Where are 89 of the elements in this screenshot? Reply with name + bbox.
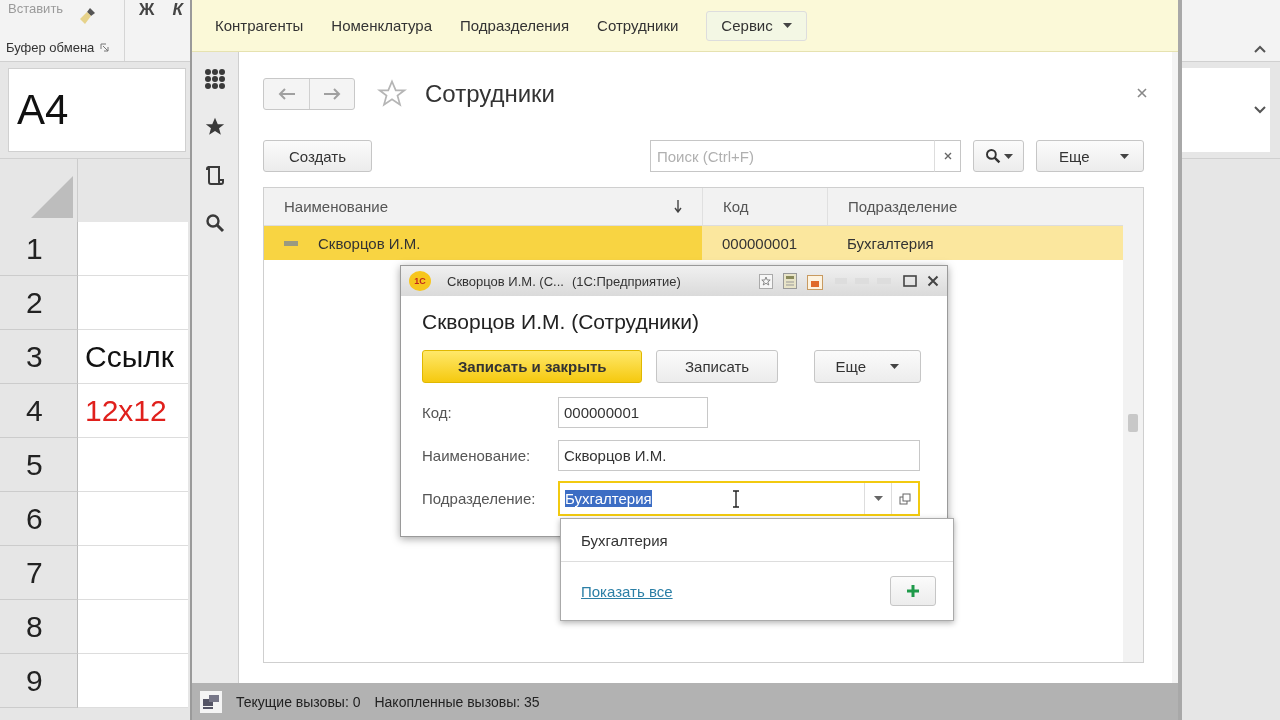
menu-icon[interactable] [202, 66, 228, 92]
corner-triangle-icon [31, 176, 73, 218]
italic-key[interactable]: К [172, 0, 183, 61]
column-label: Подразделение [848, 198, 958, 215]
sheet-cell[interactable] [78, 654, 188, 708]
sheet-cell[interactable]: Ссылк [78, 330, 188, 384]
scroll-thumb[interactable] [1128, 414, 1138, 432]
close-icon[interactable] [927, 275, 939, 287]
input-field[interactable]: Скворцов И.М. [558, 440, 920, 471]
favorite-icon[interactable] [759, 273, 773, 289]
field-label: Подразделение: [422, 490, 537, 507]
menu-button[interactable]: Сервис [706, 10, 807, 41]
field-label: Наименование: [422, 447, 532, 464]
text-cursor-icon [732, 489, 740, 508]
form-title: Сотрудники [425, 80, 556, 108]
caret-icon [890, 364, 900, 369]
caret-icon [1003, 153, 1013, 159]
caret-icon [1120, 153, 1129, 159]
bold-key[interactable]: Ж [139, 0, 155, 61]
column-header[interactable]: Код [702, 188, 827, 225]
cell-text: Ссылк [85, 339, 174, 374]
item-marker-icon [284, 240, 298, 246]
sheet-cell[interactable]: 12x12 [78, 384, 188, 438]
column-header[interactable]: Наименование [264, 188, 702, 225]
dialog-title: Скворцов И.М. (Сотрудники) [422, 310, 700, 334]
app-logo: 1С [409, 271, 431, 291]
more-button[interactable]: Еще [813, 350, 921, 383]
sheet-cell[interactable] [78, 276, 188, 330]
search-button[interactable] [973, 140, 1024, 172]
sheet-cell[interactable] [78, 222, 188, 276]
caret-icon [873, 496, 883, 501]
field-label: Код: [422, 404, 453, 421]
clear-button[interactable] [934, 140, 961, 172]
row-number[interactable]: 4 [0, 384, 78, 438]
save-button[interactable]: Записать [656, 350, 778, 383]
calculator-icon[interactable] [783, 273, 797, 289]
section-link[interactable]: Номенклатура [331, 17, 432, 34]
row-number[interactable]: 6 [0, 492, 78, 546]
table-row[interactable]: Скворцов И.М. 000000001 Бухгалтерия [264, 226, 1123, 260]
open-icon [899, 492, 911, 505]
sheet-cell[interactable] [78, 438, 188, 492]
caret-icon [782, 23, 792, 28]
table-cell: Скворцов И.М. [264, 226, 702, 260]
save-close-button[interactable]: Записать и закрыть [422, 350, 643, 383]
section-link[interactable]: Контрагенты [215, 17, 304, 34]
launcher-icon[interactable] [100, 43, 110, 52]
sheet-cell[interactable] [78, 546, 188, 600]
computers-icon[interactable] [200, 690, 222, 713]
column-label: Наименование [284, 198, 388, 215]
table-cell: Бухгалтерия [827, 226, 1123, 260]
maximize-icon[interactable] [903, 275, 917, 287]
row-number[interactable]: 8 [0, 600, 78, 654]
section-link[interactable]: Подразделения [460, 17, 570, 34]
add-button[interactable] [890, 576, 936, 606]
scrollbar[interactable] [1123, 188, 1143, 662]
row-number[interactable]: 2 [0, 276, 78, 330]
show-all-link[interactable]: Показать все [581, 582, 673, 600]
name-box[interactable]: A4 [8, 68, 186, 152]
search-field[interactable]: Поиск (Ctrl+F) [650, 140, 934, 172]
row-number[interactable]: 9 [0, 654, 78, 708]
more-button[interactable]: Еще [1036, 140, 1144, 172]
list-item[interactable]: Бухгалтерия [561, 519, 953, 562]
cell-text: 12x12 [85, 393, 167, 428]
group-label: Буфер обмена [6, 40, 95, 55]
star-icon[interactable] [377, 79, 407, 109]
clear-icon [943, 152, 952, 160]
create-button[interactable]: Создать [263, 140, 372, 172]
section-link[interactable]: Сотрудники [597, 17, 679, 34]
sheet-cell[interactable] [78, 492, 188, 546]
search-icon [984, 148, 1001, 164]
input-field[interactable]: Бухгалтерия [558, 481, 920, 516]
current-calls: Текущие вызовы: 0 [236, 693, 361, 710]
input-field[interactable]: 000000001 [558, 397, 708, 428]
accumulated-calls: Накопленные вызовы: 35 [374, 693, 540, 710]
table-cell: 000000001 [702, 226, 827, 260]
row-number[interactable]: 1 [0, 222, 78, 276]
sheet-cell[interactable] [78, 600, 188, 654]
row-number[interactable]: 5 [0, 438, 78, 492]
row-number[interactable]: 7 [0, 546, 78, 600]
arrow-right-icon [323, 88, 341, 100]
column-label: Код [723, 198, 749, 215]
dialog-window-title: Скворцов И.М. (С... [447, 273, 564, 289]
row-number[interactable]: 3 [0, 330, 78, 384]
plus-icon [907, 585, 919, 597]
arrow-left-icon [277, 88, 296, 100]
chevron-down-icon[interactable] [1254, 106, 1266, 114]
chevron-up-icon[interactable] [1254, 45, 1266, 53]
app-name: (1С:Предприятие) [571, 273, 681, 289]
calendar-icon[interactable] [807, 272, 823, 290]
